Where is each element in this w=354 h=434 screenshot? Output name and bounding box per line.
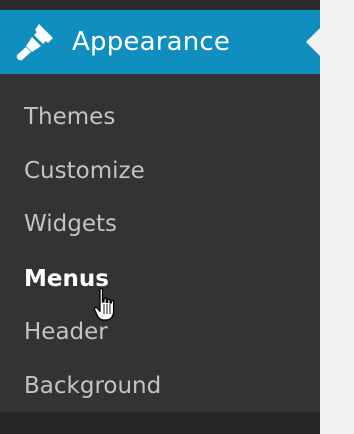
appearance-menu-header[interactable]: Appearance xyxy=(0,10,320,74)
previous-menu-edge xyxy=(0,0,320,10)
sidebar-bottom-edge xyxy=(0,412,320,434)
submenu-item-customize[interactable]: Customize xyxy=(24,153,145,189)
submenu-item-widgets[interactable]: Widgets xyxy=(24,206,117,242)
paintbrush-icon xyxy=(16,24,53,61)
submenu-item-background[interactable]: Background xyxy=(24,368,161,404)
submenu-item-themes[interactable]: Themes xyxy=(24,99,115,135)
submenu-item-menus[interactable]: Menus xyxy=(24,261,109,297)
appearance-submenu: Themes Customize Widgets Menus Header Ba… xyxy=(0,74,320,412)
appearance-menu-label: Appearance xyxy=(72,27,231,57)
admin-sidebar: Appearance Themes Customize Widgets Menu… xyxy=(0,0,320,434)
submenu-item-header[interactable]: Header xyxy=(24,314,108,350)
current-menu-arrow xyxy=(306,28,320,56)
